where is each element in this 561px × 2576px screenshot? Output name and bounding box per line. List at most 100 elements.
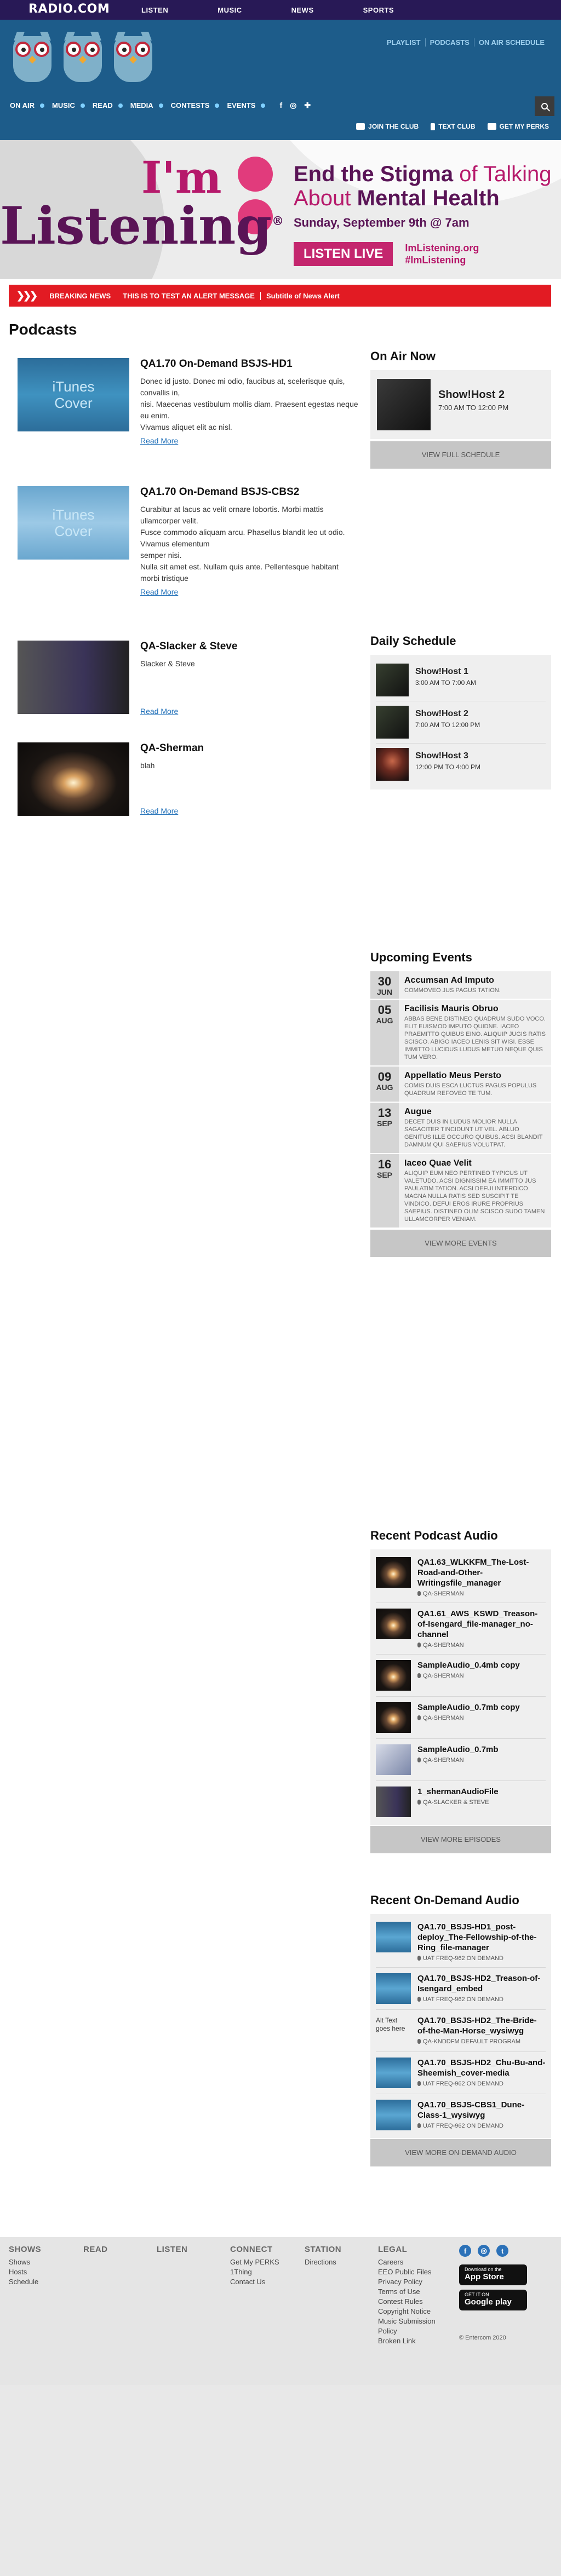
view-more-ondemand-button[interactable]: VIEW MORE ON-DEMAND AUDIO bbox=[370, 2139, 551, 2166]
event-item[interactable]: 16 SEP Iaceo Quae Velit ALIQUIP EUM NEO PE… bbox=[370, 1154, 551, 1229]
view-full-schedule-button[interactable]: VIEW FULL SCHEDULE bbox=[370, 441, 551, 469]
facebook-icon[interactable]: f bbox=[279, 101, 282, 110]
audio-thumbnail bbox=[376, 1557, 411, 1588]
top-nav-listen[interactable]: LISTEN bbox=[141, 6, 168, 14]
instagram-icon[interactable]: ◎ bbox=[478, 2245, 490, 2257]
footer-link[interactable]: Music Submission Policy bbox=[378, 2316, 449, 2336]
registered-mark: ® bbox=[272, 214, 284, 228]
google-play-badge[interactable]: GET IT ON Google play bbox=[459, 2290, 527, 2310]
footer-link[interactable]: Hosts bbox=[9, 2267, 41, 2277]
schedule-item[interactable]: Show!Host 1 3:00 AM TO 7:00 AM bbox=[376, 659, 546, 701]
podcast-title[interactable]: QA-Sherman bbox=[140, 742, 359, 754]
top-nav-sports[interactable]: SPORTS bbox=[363, 6, 394, 14]
audio-item[interactable]: SampleAudio_0.7mb copy QA-SHERMAN bbox=[376, 1697, 546, 1739]
footer-link[interactable]: Schedule bbox=[9, 2277, 41, 2287]
nav-events[interactable]: EVENTS bbox=[227, 101, 266, 110]
footer-link[interactable]: Get My PERKS bbox=[230, 2257, 279, 2267]
hero-banner[interactable]: I'm Listening® End the Stigma of Talking… bbox=[0, 140, 561, 279]
nav-read[interactable]: READ bbox=[93, 101, 123, 110]
footer-link[interactable]: Contact Us bbox=[230, 2277, 279, 2287]
schedule-item[interactable]: Show!Host 2 7:00 AM TO 12:00 PM bbox=[376, 701, 546, 744]
audio-item[interactable]: SampleAudio_0.4mb copy QA-SHERMAN bbox=[376, 1655, 546, 1697]
footer-heading[interactable]: STATION bbox=[305, 2245, 341, 2254]
schedule-item[interactable]: Show!Host 3 12:00 PM TO 4:00 PM bbox=[376, 744, 546, 785]
podcast-thumbnail[interactable] bbox=[18, 641, 129, 714]
nav-music[interactable]: MUSIC bbox=[52, 101, 85, 110]
audio-item[interactable]: 1_shermanAudioFile QA-SLACKER & STEVE bbox=[376, 1781, 546, 1823]
footer-link[interactable]: Shows bbox=[9, 2257, 41, 2267]
view-more-episodes-button[interactable]: VIEW MORE EPISODES bbox=[370, 1826, 551, 1853]
podcast-title[interactable]: QA1.70 On-Demand BSJS-CBS2 bbox=[140, 486, 359, 498]
listen-live-button[interactable]: LISTEN LIVE bbox=[294, 242, 393, 266]
daily-schedule-widget: Daily Schedule Show!Host 1 3:00 AM TO 7:0… bbox=[370, 634, 551, 789]
event-item[interactable]: 05 AUG Facilisis Mauris Obruo ABBAS BENE D… bbox=[370, 1000, 551, 1067]
facebook-icon[interactable]: f bbox=[459, 2245, 471, 2257]
view-more-events-button[interactable]: VIEW MORE EVENTS bbox=[370, 1230, 551, 1257]
podcast-thumbnail[interactable]: iTunes Cover bbox=[18, 358, 129, 431]
footer-link[interactable]: Terms of Use bbox=[378, 2287, 449, 2297]
audio-item[interactable]: QA1.70_BSJS-HD1_post-deploy_The-Fellowsh… bbox=[376, 1916, 546, 1968]
get-my-perks-link[interactable]: GET MY PERKS bbox=[487, 123, 549, 130]
audio-podcast: QA-SHERMAN bbox=[417, 1757, 499, 1764]
plus-icon[interactable]: ✚ bbox=[304, 101, 311, 110]
event-month: JUN bbox=[376, 988, 392, 996]
event-item[interactable]: 13 SEP Augue DECET DUIS IN LUDUS MOLIOR NU… bbox=[370, 1103, 551, 1154]
link-on-air-schedule[interactable]: ON AIR SCHEDULE bbox=[474, 38, 549, 47]
audio-item[interactable]: SampleAudio_0.7mb QA-SHERMAN bbox=[376, 1739, 546, 1781]
top-nav-music[interactable]: MUSIC bbox=[217, 6, 242, 14]
instagram-icon[interactable]: ◎ bbox=[290, 101, 296, 110]
station-logo[interactable] bbox=[10, 30, 158, 84]
twitter-icon[interactable]: t bbox=[496, 2245, 508, 2257]
footer-social: f ◎ t bbox=[459, 2245, 508, 2257]
phone-icon bbox=[431, 123, 436, 130]
footer-heading[interactable]: READ bbox=[83, 2245, 108, 2254]
event-item[interactable]: 09 AUG Appellatio Meus Persto COMIS DUIS E… bbox=[370, 1067, 551, 1103]
footer-link[interactable]: Broken Link bbox=[378, 2336, 449, 2346]
podcast-thumbnail[interactable] bbox=[18, 742, 129, 816]
link-podcasts[interactable]: PODCASTS bbox=[426, 38, 474, 47]
page-title: Podcasts bbox=[9, 321, 77, 338]
nav-on-air[interactable]: ON AIR bbox=[10, 101, 45, 110]
event-month: AUG bbox=[376, 1083, 393, 1092]
app-store-badge[interactable]: Download on the App Store bbox=[459, 2264, 527, 2285]
podcast-title[interactable]: QA1.70 On-Demand BSJS-HD1 bbox=[140, 358, 359, 370]
link-playlist[interactable]: PLAYLIST bbox=[382, 38, 426, 47]
podcast-thumbnail[interactable]: iTunes Cover bbox=[18, 486, 129, 560]
text-club-link[interactable]: TEXT CLUB bbox=[431, 123, 476, 130]
footer-link[interactable]: 1Thing bbox=[230, 2267, 279, 2277]
footer-heading[interactable]: LEGAL bbox=[378, 2245, 449, 2254]
footer-heading[interactable]: CONNECT bbox=[230, 2245, 279, 2254]
read-more-link[interactable]: Read More bbox=[140, 806, 359, 815]
footer-link[interactable]: EEO Public Files bbox=[378, 2267, 449, 2277]
audio-item[interactable]: QA1.61_AWS_KSWD_Treason-of-Isengard_file… bbox=[376, 1603, 546, 1655]
audio-item[interactable]: QA1.70_BSJS-CBS1_Dune-Class-1_wysiwyg UAT… bbox=[376, 2094, 546, 2136]
search-button[interactable] bbox=[535, 96, 554, 116]
join-the-club-link[interactable]: JOIN THE CLUB bbox=[356, 123, 419, 130]
footer-link[interactable]: Copyright Notice bbox=[378, 2307, 449, 2316]
read-more-link[interactable]: Read More bbox=[140, 436, 359, 445]
audio-item[interactable]: QA1.70_BSJS-HD2_Chu-Bu-and-Sheemish_cove… bbox=[376, 2052, 546, 2094]
on-air-card[interactable]: Show!Host 2 7:00 AM TO 12:00 PM bbox=[370, 370, 551, 439]
dropdown-dot-icon bbox=[215, 103, 220, 108]
podcast-item: QA-Sherman blah Read More bbox=[18, 742, 352, 819]
nav-contests[interactable]: CONTESTS bbox=[171, 101, 220, 110]
audio-item[interactable]: QA1.70_BSJS-HD2_Treason-of-Isengard_embe… bbox=[376, 1968, 546, 2010]
podcast-title[interactable]: QA-Slacker & Steve bbox=[140, 641, 359, 653]
top-nav-news[interactable]: NEWS bbox=[291, 6, 314, 14]
read-more-link[interactable]: Read More bbox=[140, 587, 359, 596]
footer-heading[interactable]: LISTEN bbox=[157, 2245, 187, 2254]
audio-item[interactable]: QA1.63_WLKKFM_The-Lost-Road-and-Other-Wr… bbox=[376, 1552, 546, 1603]
read-more-link[interactable]: Read More bbox=[140, 707, 359, 716]
footer-heading[interactable]: SHOWS bbox=[9, 2245, 41, 2254]
footer-link[interactable]: Contest Rules bbox=[378, 2297, 449, 2307]
schedule-heading: Daily Schedule bbox=[370, 634, 456, 648]
audio-program: QA-KNDDFM DEFAULT PROGRAM bbox=[417, 2038, 546, 2045]
breaking-news-bar[interactable]: ❯❯❯ BREAKING NEWS THIS IS TO TEST AN ALE… bbox=[9, 285, 551, 307]
footer-link[interactable]: Privacy Policy bbox=[378, 2277, 449, 2287]
audio-item[interactable]: Alt Text goes here QA1.70_BSJS-HD2_The-B… bbox=[376, 2010, 546, 2052]
footer-link[interactable]: Careers bbox=[378, 2257, 449, 2267]
footer-link[interactable]: Directions bbox=[305, 2257, 341, 2267]
radio-logo[interactable]: RADIO.COM bbox=[28, 2, 110, 16]
nav-media[interactable]: MEDIA bbox=[130, 101, 163, 110]
event-item[interactable]: 30 JUN Accumsan Ad Imputo COMMOVEO JUS PAG… bbox=[370, 971, 551, 1000]
